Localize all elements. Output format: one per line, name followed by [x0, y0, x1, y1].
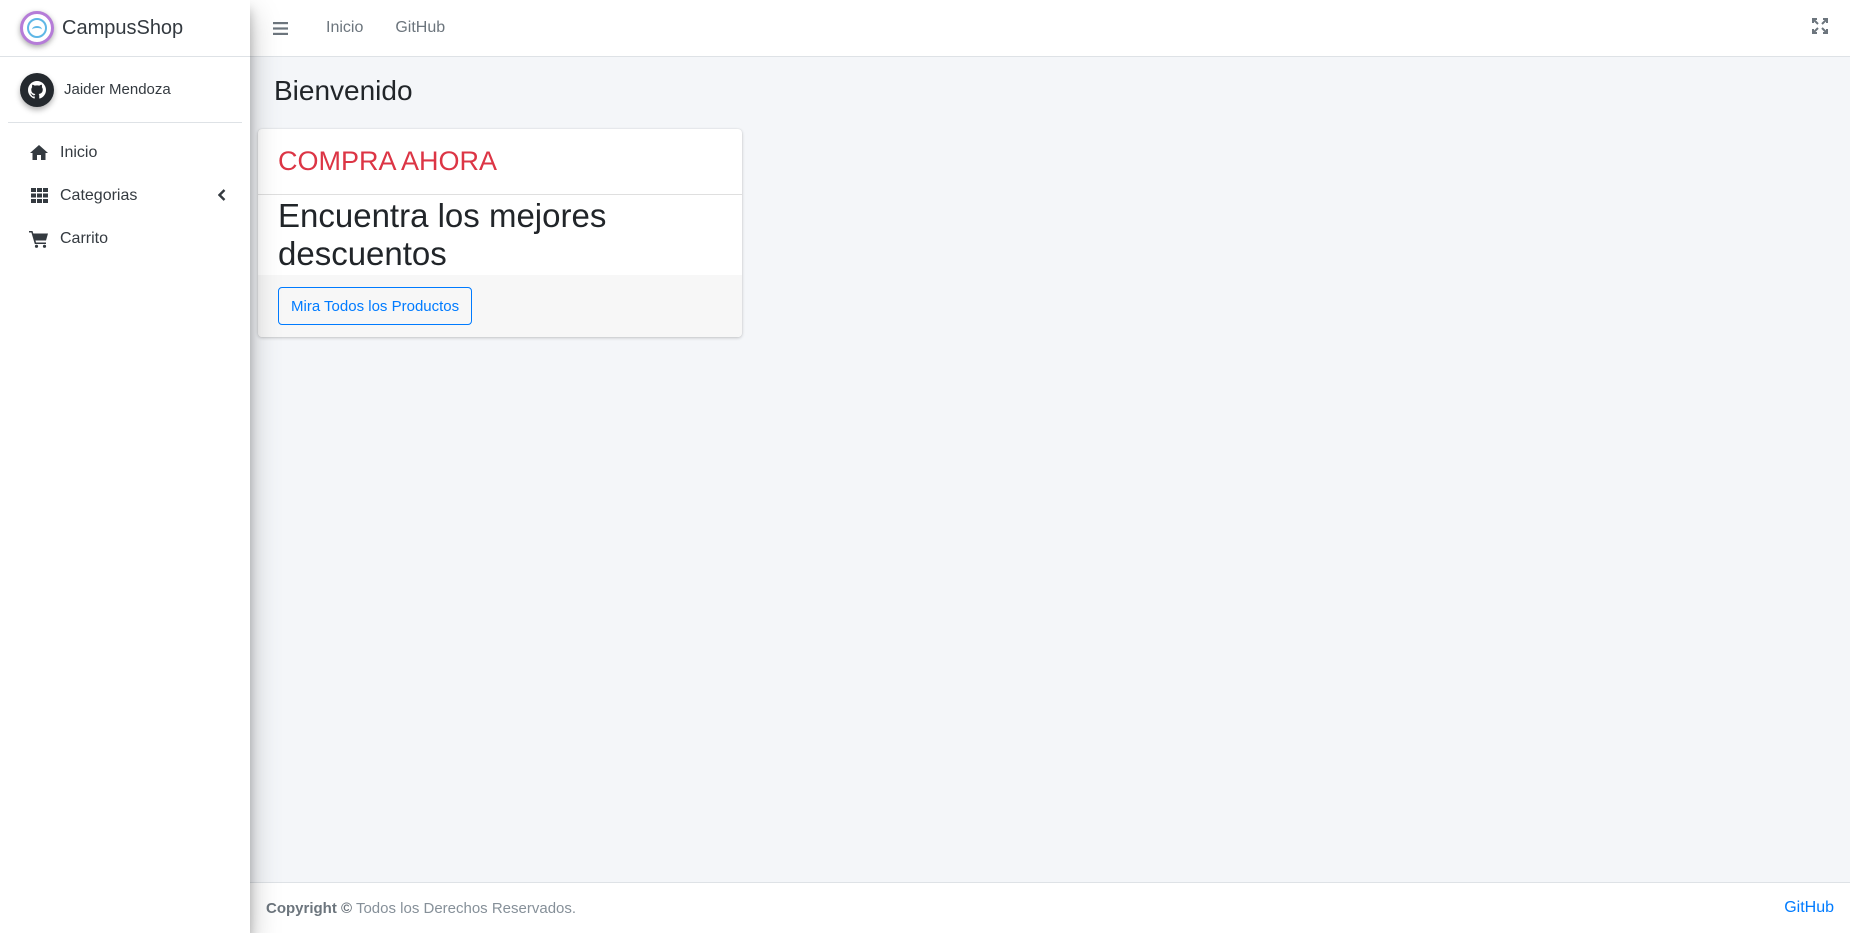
sidebar-item-carrito[interactable]: Carrito: [8, 217, 242, 260]
user-name: Jaider Mendoza: [64, 81, 171, 98]
sidebar-item-categorias[interactable]: Categorias: [8, 174, 242, 217]
brand-link[interactable]: CampusShop: [0, 0, 250, 57]
card-header: COMPRA AHORA: [258, 129, 742, 195]
expand-icon[interactable]: [1812, 18, 1832, 38]
view-all-products-button[interactable]: Mira Todos los Productos: [278, 287, 473, 325]
promo-card: COMPRA AHORA Encuentra los mejores descu…: [258, 129, 742, 337]
home-icon: [28, 144, 50, 162]
user-panel[interactable]: Jaider Mendoza: [8, 57, 242, 123]
footer: Copyright © Todos los Derechos Reservado…: [250, 882, 1850, 933]
sidebar-item-label: Carrito: [60, 229, 109, 247]
chevron-left-icon[interactable]: [217, 188, 226, 206]
card-header-title: COMPRA AHORA: [278, 146, 498, 176]
page-title: Bienvenido: [274, 75, 413, 106]
sidebar-nav: Inicio Categorias Carrito: [0, 123, 250, 268]
sidebar-item-inicio[interactable]: Inicio: [8, 131, 242, 174]
sidebar-item-label: Categorias: [60, 186, 138, 204]
bars-icon[interactable]: [250, 0, 310, 57]
top-navbar: Inicio GitHub: [250, 0, 1850, 57]
copyright-rest: Todos los Derechos Reservados.: [352, 899, 577, 917]
cart-icon: [28, 230, 50, 248]
nav-link-inicio[interactable]: Inicio: [310, 0, 379, 57]
footer-github-link[interactable]: GitHub: [1784, 899, 1834, 917]
copyright-text: Copyright © Todos los Derechos Reservado…: [266, 900, 576, 917]
brand-name: CampusShop: [62, 16, 184, 39]
content-wrapper: Bienvenido COMPRA AHORA Encuentra los me…: [250, 57, 1850, 882]
brand-logo-icon: [20, 11, 54, 45]
card-footer: Mira Todos los Productos: [258, 275, 742, 337]
nav-link-github[interactable]: GitHub: [379, 0, 461, 57]
copyright-label: Copyright ©: [266, 899, 353, 917]
card-text: Encuentra los mejores descuentos: [278, 197, 607, 272]
sidebar-item-label: Inicio: [60, 143, 98, 161]
card-body: Encuentra los mejores descuentos: [258, 195, 742, 275]
sidebar: CampusShop Jaider Mendoza Inicio Categor…: [0, 0, 250, 933]
grid-icon: [28, 187, 50, 205]
github-avatar-icon: [20, 72, 54, 107]
